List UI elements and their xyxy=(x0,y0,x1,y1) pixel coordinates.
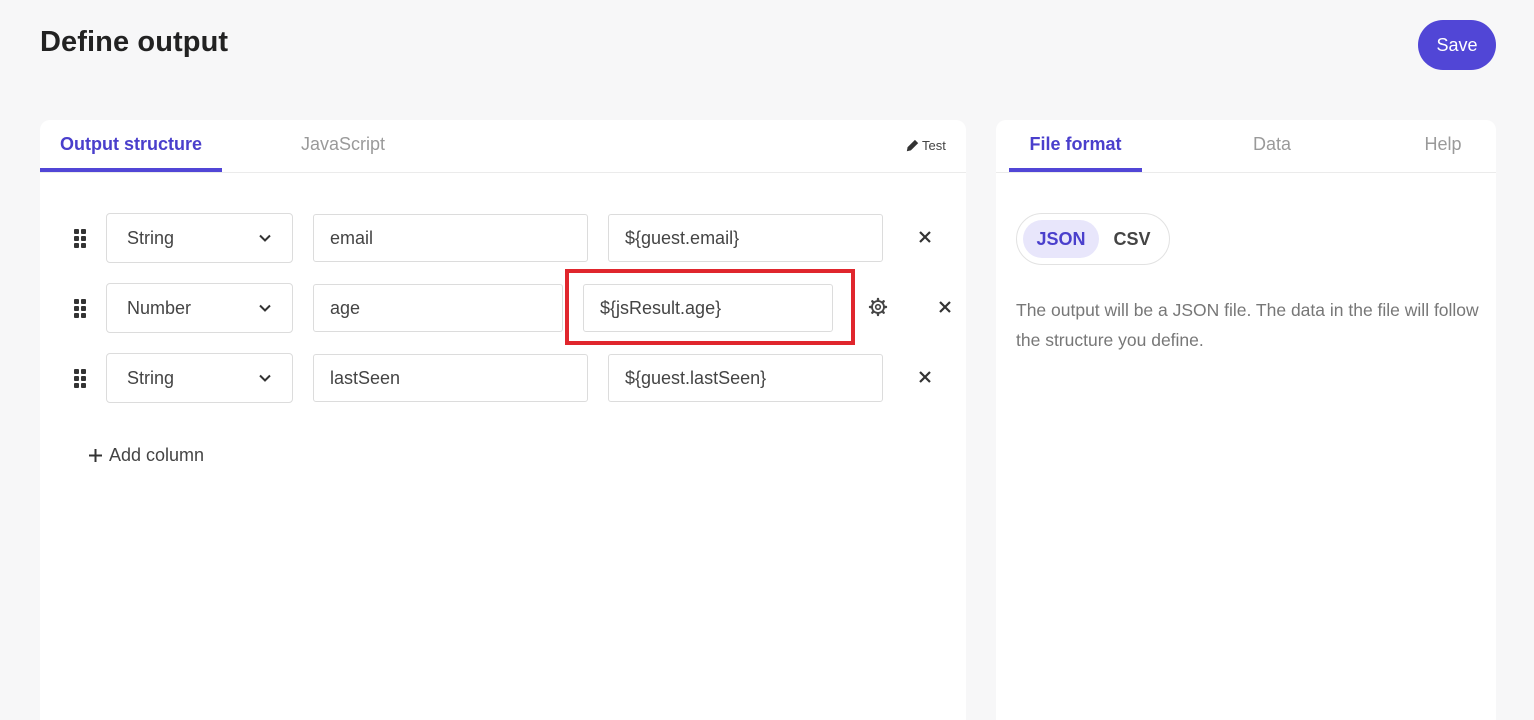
format-description: The output will be a JSON file. The data… xyxy=(1016,300,1479,350)
type-select-value: String xyxy=(127,368,175,388)
chevron-down-icon xyxy=(259,374,271,382)
chevron-down-icon xyxy=(259,234,271,242)
type-select[interactable]: String xyxy=(106,213,293,263)
add-column-label: Add column xyxy=(109,445,205,465)
column-row: Number age ${jsResult.age} xyxy=(40,283,966,333)
column-name-input[interactable]: email xyxy=(313,214,588,262)
drag-handle-icon[interactable] xyxy=(74,229,86,248)
close-icon[interactable] xyxy=(937,299,953,315)
test-label: Test xyxy=(922,138,946,153)
column-value-input[interactable]: ${guest.lastSeen} xyxy=(608,354,883,402)
tab-javascript[interactable]: JavaScript xyxy=(282,120,404,172)
tab-file-format[interactable]: File format xyxy=(1009,120,1142,172)
type-select-value: String xyxy=(127,228,175,248)
pen-icon xyxy=(906,139,919,152)
left-tabbar: Output structure JavaScript Test xyxy=(40,120,966,173)
chevron-down-icon xyxy=(259,304,271,312)
save-button[interactable]: Save xyxy=(1418,20,1496,70)
column-name-input[interactable]: age xyxy=(313,284,563,332)
tab-data[interactable]: Data xyxy=(1232,120,1312,172)
tab-output-structure[interactable]: Output structure xyxy=(40,120,222,172)
column-row: String email ${guest.email} xyxy=(40,213,966,263)
format-option-csv[interactable]: CSV xyxy=(1105,220,1159,258)
type-select[interactable]: String xyxy=(106,353,293,403)
drag-handle-icon[interactable] xyxy=(74,369,86,388)
test-button[interactable]: Test xyxy=(906,138,946,153)
type-select[interactable]: Number xyxy=(106,283,293,333)
type-select-value: Number xyxy=(127,298,192,318)
tab-help[interactable]: Help xyxy=(1403,120,1483,172)
gear-icon[interactable] xyxy=(868,297,888,317)
column-value-input[interactable]: ${guest.email} xyxy=(608,214,883,262)
format-toggle: JSON CSV xyxy=(1016,213,1170,265)
add-column-button[interactable]: Add column xyxy=(88,445,204,466)
format-option-json[interactable]: JSON xyxy=(1023,220,1099,258)
column-value-input[interactable]: ${jsResult.age} xyxy=(583,284,833,332)
column-name-input[interactable]: lastSeen xyxy=(313,354,588,402)
plus-icon xyxy=(89,449,102,462)
close-icon[interactable] xyxy=(917,229,933,245)
column-row: String lastSeen ${guest.lastSeen} xyxy=(40,353,966,403)
page-title: Define output xyxy=(40,26,229,58)
drag-handle-icon[interactable] xyxy=(74,299,86,318)
right-tabbar: File format Data Help xyxy=(996,120,1496,173)
file-format-panel: File format Data Help JSON CSV The outpu… xyxy=(996,120,1496,720)
close-icon[interactable] xyxy=(917,369,933,385)
output-structure-panel: Output structure JavaScript Test String … xyxy=(40,120,966,720)
